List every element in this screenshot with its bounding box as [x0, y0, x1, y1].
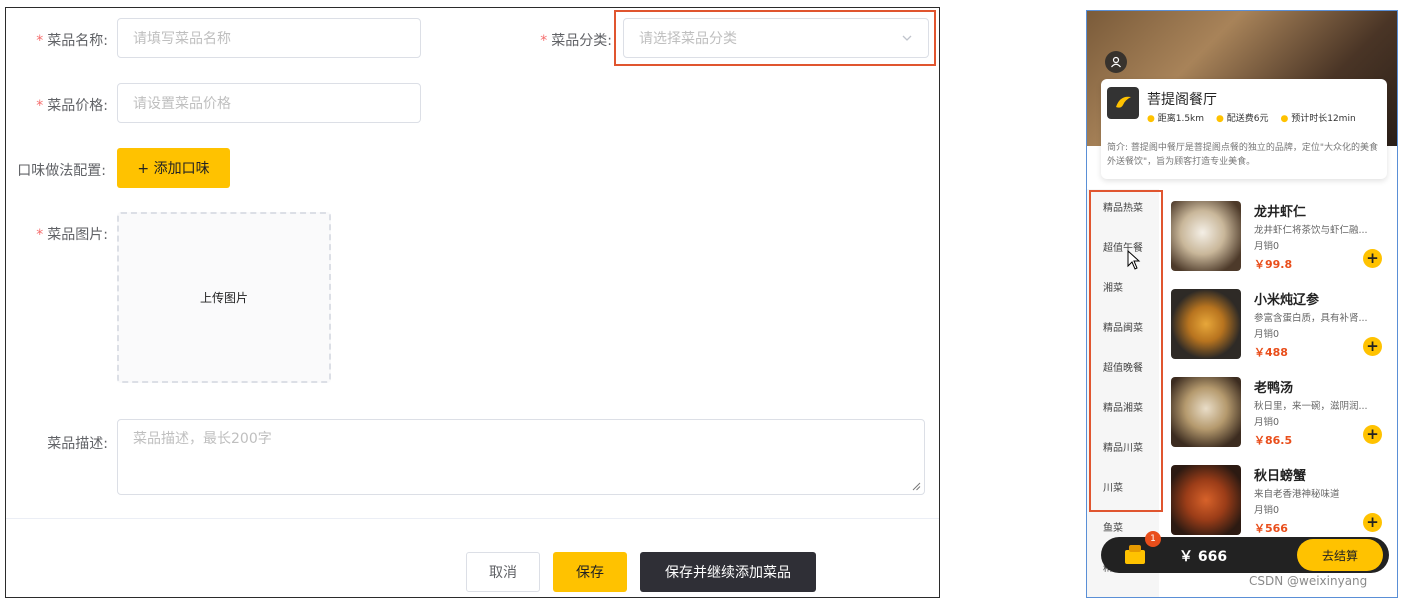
dish-form-panel: * 菜品名称: 请填写菜品名称 * 菜品分类: 请选择菜品分类 * 菜品价格: 请设置… — [5, 7, 940, 598]
distance-info: ● 距离1.5km — [1147, 114, 1205, 124]
cart-count-badge: 1 — [1145, 531, 1161, 547]
dish-sales: 月销0 — [1254, 505, 1280, 516]
cart-total: ￥ 666 — [1179, 549, 1228, 565]
add-to-cart-button[interactable]: + — [1363, 425, 1382, 444]
category-highlight-box — [1089, 190, 1163, 512]
resize-handle-icon[interactable] — [912, 482, 921, 491]
dish-price-input[interactable]: 请设置菜品价格 — [117, 83, 421, 123]
image-upload-area[interactable]: 上传图片 — [117, 212, 331, 383]
dish-desc-textarea[interactable]: 菜品描述，最长200字 — [117, 419, 925, 495]
dish-category-select[interactable]: 请选择菜品分类 — [623, 18, 929, 58]
delivery-fee-info: ● 配送费6元 — [1216, 114, 1269, 124]
dish-price: ￥99.8 — [1254, 258, 1293, 271]
add-flavor-button[interactable]: + 添加口味 — [117, 148, 230, 188]
dish-price: ￥488 — [1254, 346, 1288, 359]
dish-desc: 参富含蛋白质，具有补肾... — [1254, 313, 1368, 324]
upload-label: 上传图片 — [199, 291, 248, 305]
dish-name: 龙井虾仁 — [1254, 205, 1307, 220]
chevron-down-icon — [902, 35, 912, 41]
dish-price-label: * 菜品价格: — [36, 98, 108, 114]
dish-sales: 月销0 — [1254, 329, 1280, 340]
restaurant-card: 菩提阁餐厅 ● 距离1.5km ● 配送费6元 ● 预计时长12min 简介: … — [1101, 79, 1387, 179]
dish-image — [1171, 201, 1241, 271]
dish-list: 龙井虾仁 龙井虾仁将茶饮与虾仁融... 月销0 ￥99.8 + 小米炖辽参 参富… — [1171, 201, 1391, 553]
add-to-cart-button[interactable]: + — [1363, 513, 1382, 532]
dish-name: 老鸭汤 — [1254, 381, 1294, 396]
flavor-config-label: 口味做法配置: — [17, 163, 106, 179]
dish-price: ￥86.5 — [1254, 434, 1293, 447]
fee-icon: ● — [1216, 114, 1224, 124]
cancel-button[interactable]: 取消 — [466, 552, 540, 592]
dish-sales: 月销0 — [1254, 241, 1280, 252]
eta-info: ● 预计时长12min — [1280, 114, 1356, 124]
dish-item[interactable]: 老鸭汤 秋日里，来一碗，滋阴润... 月销0 ￥86.5 + — [1171, 377, 1391, 465]
watermark: CSDN @weixinyang — [1249, 574, 1368, 588]
dish-name-input[interactable]: 请填写菜品名称 — [117, 18, 421, 58]
dish-desc: 秋日里，来一碗，滋阴润... — [1254, 401, 1368, 412]
clock-icon: ● — [1147, 114, 1155, 124]
dish-category-label: * 菜品分类: — [540, 33, 612, 49]
form-divider — [6, 518, 939, 519]
add-to-cart-button[interactable]: + — [1363, 337, 1382, 356]
dish-image-label: * 菜品图片: — [36, 227, 108, 243]
location-icon: ● — [1280, 114, 1289, 124]
dish-desc: 来自老香港神秘味道 — [1254, 489, 1340, 500]
mouse-cursor-icon — [1127, 250, 1141, 270]
restaurant-intro: 简介: 菩提阁中餐厅是菩提阁点餐的独立的品牌，定位"大众化的美食外送餐饮"，旨为… — [1107, 143, 1379, 167]
dish-image — [1171, 465, 1241, 535]
restaurant-logo — [1107, 87, 1139, 119]
dish-name: 小米炖辽参 — [1254, 293, 1320, 308]
dish-image — [1171, 289, 1241, 359]
dish-name-label: * 菜品名称: — [36, 33, 108, 49]
checkout-button[interactable]: 去结算 — [1297, 539, 1383, 571]
cart-bar[interactable]: 1 ￥ 666 去结算 — [1101, 531, 1389, 573]
dish-sales: 月销0 — [1254, 417, 1280, 428]
dish-name: 秋日螃蟹 — [1254, 469, 1307, 484]
restaurant-name: 菩提阁餐厅 — [1147, 92, 1217, 108]
dish-item[interactable]: 小米炖辽参 参富含蛋白质，具有补肾... 月销0 ￥488 + — [1171, 289, 1391, 377]
save-button[interactable]: 保存 — [553, 552, 627, 592]
dish-image — [1171, 377, 1241, 447]
dish-desc-label: 菜品描述: — [47, 436, 108, 452]
save-and-continue-button[interactable]: 保存并继续添加菜品 — [640, 552, 816, 592]
dish-desc: 龙井虾仁将茶饮与虾仁融... — [1254, 225, 1368, 236]
user-icon[interactable] — [1105, 51, 1127, 73]
mobile-preview: 菩提阁餐厅 ● 距离1.5km ● 配送费6元 ● 预计时长12min 简介: … — [1086, 10, 1398, 598]
dish-price: ￥566 — [1254, 522, 1288, 535]
add-to-cart-button[interactable]: + — [1363, 249, 1382, 268]
dish-item[interactable]: 龙井虾仁 龙井虾仁将茶饮与虾仁融... 月销0 ￥99.8 + — [1171, 201, 1391, 289]
